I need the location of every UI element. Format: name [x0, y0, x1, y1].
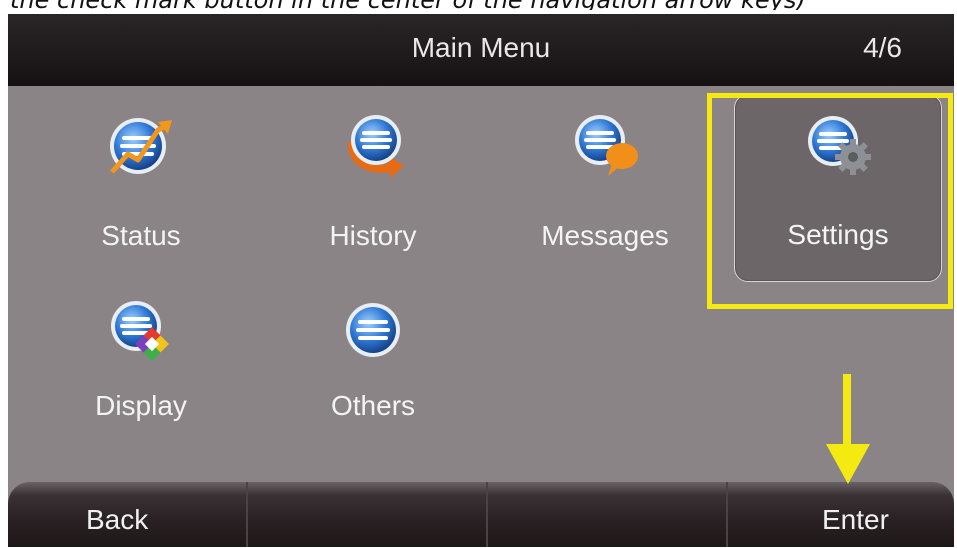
softkey-bar: Back Enter: [8, 482, 954, 547]
page-indicator: 4/6: [863, 32, 902, 63]
menu-item-label: Settings: [787, 219, 889, 250]
menu-item-messages[interactable]: Messages: [502, 96, 708, 276]
title-bar: Main Menu 4/6: [8, 14, 954, 86]
menu-item-settings[interactable]: Settings: [734, 94, 942, 282]
others-list-icon: [346, 303, 400, 357]
messages-bubble-icon: [575, 115, 638, 176]
menu-item-label: Others: [330, 390, 416, 421]
history-arrow-icon: [347, 115, 404, 178]
menu-item-label: Messages: [541, 220, 669, 251]
settings-gear-icon: [808, 116, 871, 175]
softkey-3[interactable]: [488, 482, 728, 547]
menu-item-status[interactable]: Status: [38, 96, 244, 276]
menu-item-label: Display: [95, 390, 187, 421]
menu-item-label: History: [329, 220, 417, 251]
menu-item-display[interactable]: Display: [38, 284, 244, 464]
menu-item-others[interactable]: Others: [270, 284, 476, 464]
softkey-2[interactable]: [248, 482, 488, 547]
back-softkey[interactable]: Back: [8, 482, 248, 547]
menu-item-label: Status: [101, 220, 181, 251]
display-color-icon: [111, 301, 169, 361]
enter-softkey[interactable]: Enter: [728, 482, 954, 547]
page-title: Main Menu: [411, 32, 551, 63]
status-chart-icon: [110, 118, 172, 174]
down-arrow-icon: [826, 374, 870, 484]
phone-screen: Main Menu 4/6 Status History Messages Se…: [8, 14, 954, 547]
menu-item-history[interactable]: History: [270, 96, 476, 276]
instruction-caption: the check mark button in the center of t…: [10, 0, 957, 10]
